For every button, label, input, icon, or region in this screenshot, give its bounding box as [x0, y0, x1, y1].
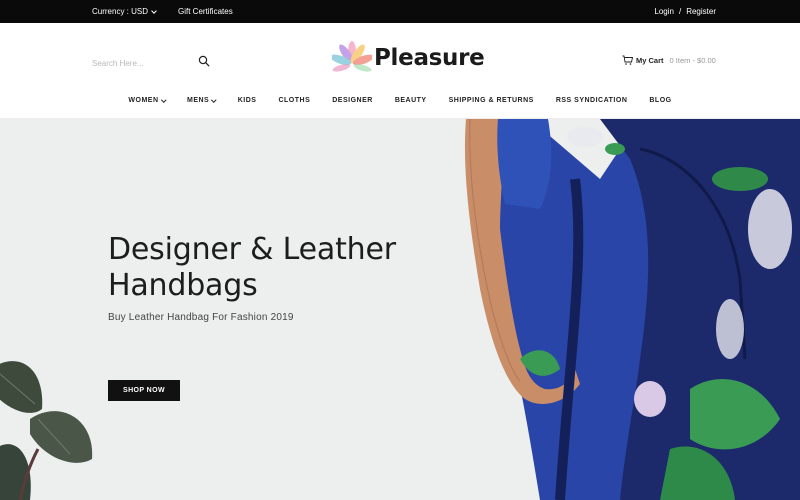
- currency-selector[interactable]: Currency : USD: [92, 7, 157, 16]
- hero-title-line-2: Handbags: [108, 268, 258, 303]
- nav-item-cloths[interactable]: CLOTHS: [267, 97, 321, 104]
- search-bar: [92, 53, 212, 69]
- shop-now-button[interactable]: SHOP NOW: [108, 380, 180, 401]
- hero-subtitle: Buy Leather Handbag For Fashion 2019: [108, 312, 294, 323]
- hero-title: Designer & Leather Handbags: [108, 232, 428, 304]
- nav-item-shipping-returns[interactable]: SHIPPING & RETURNS: [438, 97, 545, 104]
- hero-banner: Designer & Leather Handbags Buy Leather …: [0, 119, 800, 500]
- header: Pleasure My Cart 0 Item - $0.00 WOMEN ME…: [0, 23, 800, 119]
- top-bar: Currency : USD Gift Certificates Login /…: [0, 0, 800, 23]
- plant-leaves-image: [0, 361, 93, 500]
- nav-item-label: MENS: [187, 97, 210, 104]
- hero-title-line-1: Designer & Leather: [108, 232, 396, 267]
- brand-name: Pleasure: [374, 45, 485, 71]
- chevron-down-icon: [160, 97, 166, 102]
- separator: /: [678, 7, 682, 16]
- nav-item-blog[interactable]: BLOG: [638, 97, 682, 104]
- search-icon[interactable]: [198, 55, 210, 67]
- login-link[interactable]: Login: [654, 7, 674, 16]
- brand-logo[interactable]: Pleasure: [332, 38, 485, 78]
- nav-item-rss-syndication[interactable]: RSS SYNDICATION: [545, 97, 639, 104]
- nav-item-beauty[interactable]: BEAUTY: [384, 97, 438, 104]
- nav-item-kids[interactable]: KIDS: [227, 97, 268, 104]
- gift-certificates-link[interactable]: Gift Certificates: [178, 7, 233, 16]
- currency-label: Currency : USD: [92, 7, 149, 16]
- nav-item-designer[interactable]: DESIGNER: [321, 97, 384, 104]
- chevron-down-icon: [211, 97, 217, 102]
- nav-item-mens[interactable]: MENS: [176, 97, 227, 104]
- register-link[interactable]: Register: [686, 7, 716, 16]
- cart-label: My Cart: [636, 55, 664, 65]
- main-nav: WOMEN MENS KIDS CLOTHS DESIGNER BEAUTY S…: [0, 97, 800, 104]
- hero-image: [0, 119, 800, 500]
- cart-icon: [622, 55, 633, 65]
- chevron-down-icon: [151, 7, 157, 14]
- model-image: [464, 119, 800, 500]
- nav-item-label: WOMEN: [128, 97, 159, 104]
- search-input[interactable]: [92, 59, 192, 68]
- mini-cart[interactable]: My Cart 0 Item - $0.00: [622, 55, 716, 65]
- lotus-logo-icon: [332, 41, 372, 72]
- nav-item-women[interactable]: WOMEN: [117, 97, 176, 104]
- cart-summary: 0 Item - $0.00: [669, 55, 716, 65]
